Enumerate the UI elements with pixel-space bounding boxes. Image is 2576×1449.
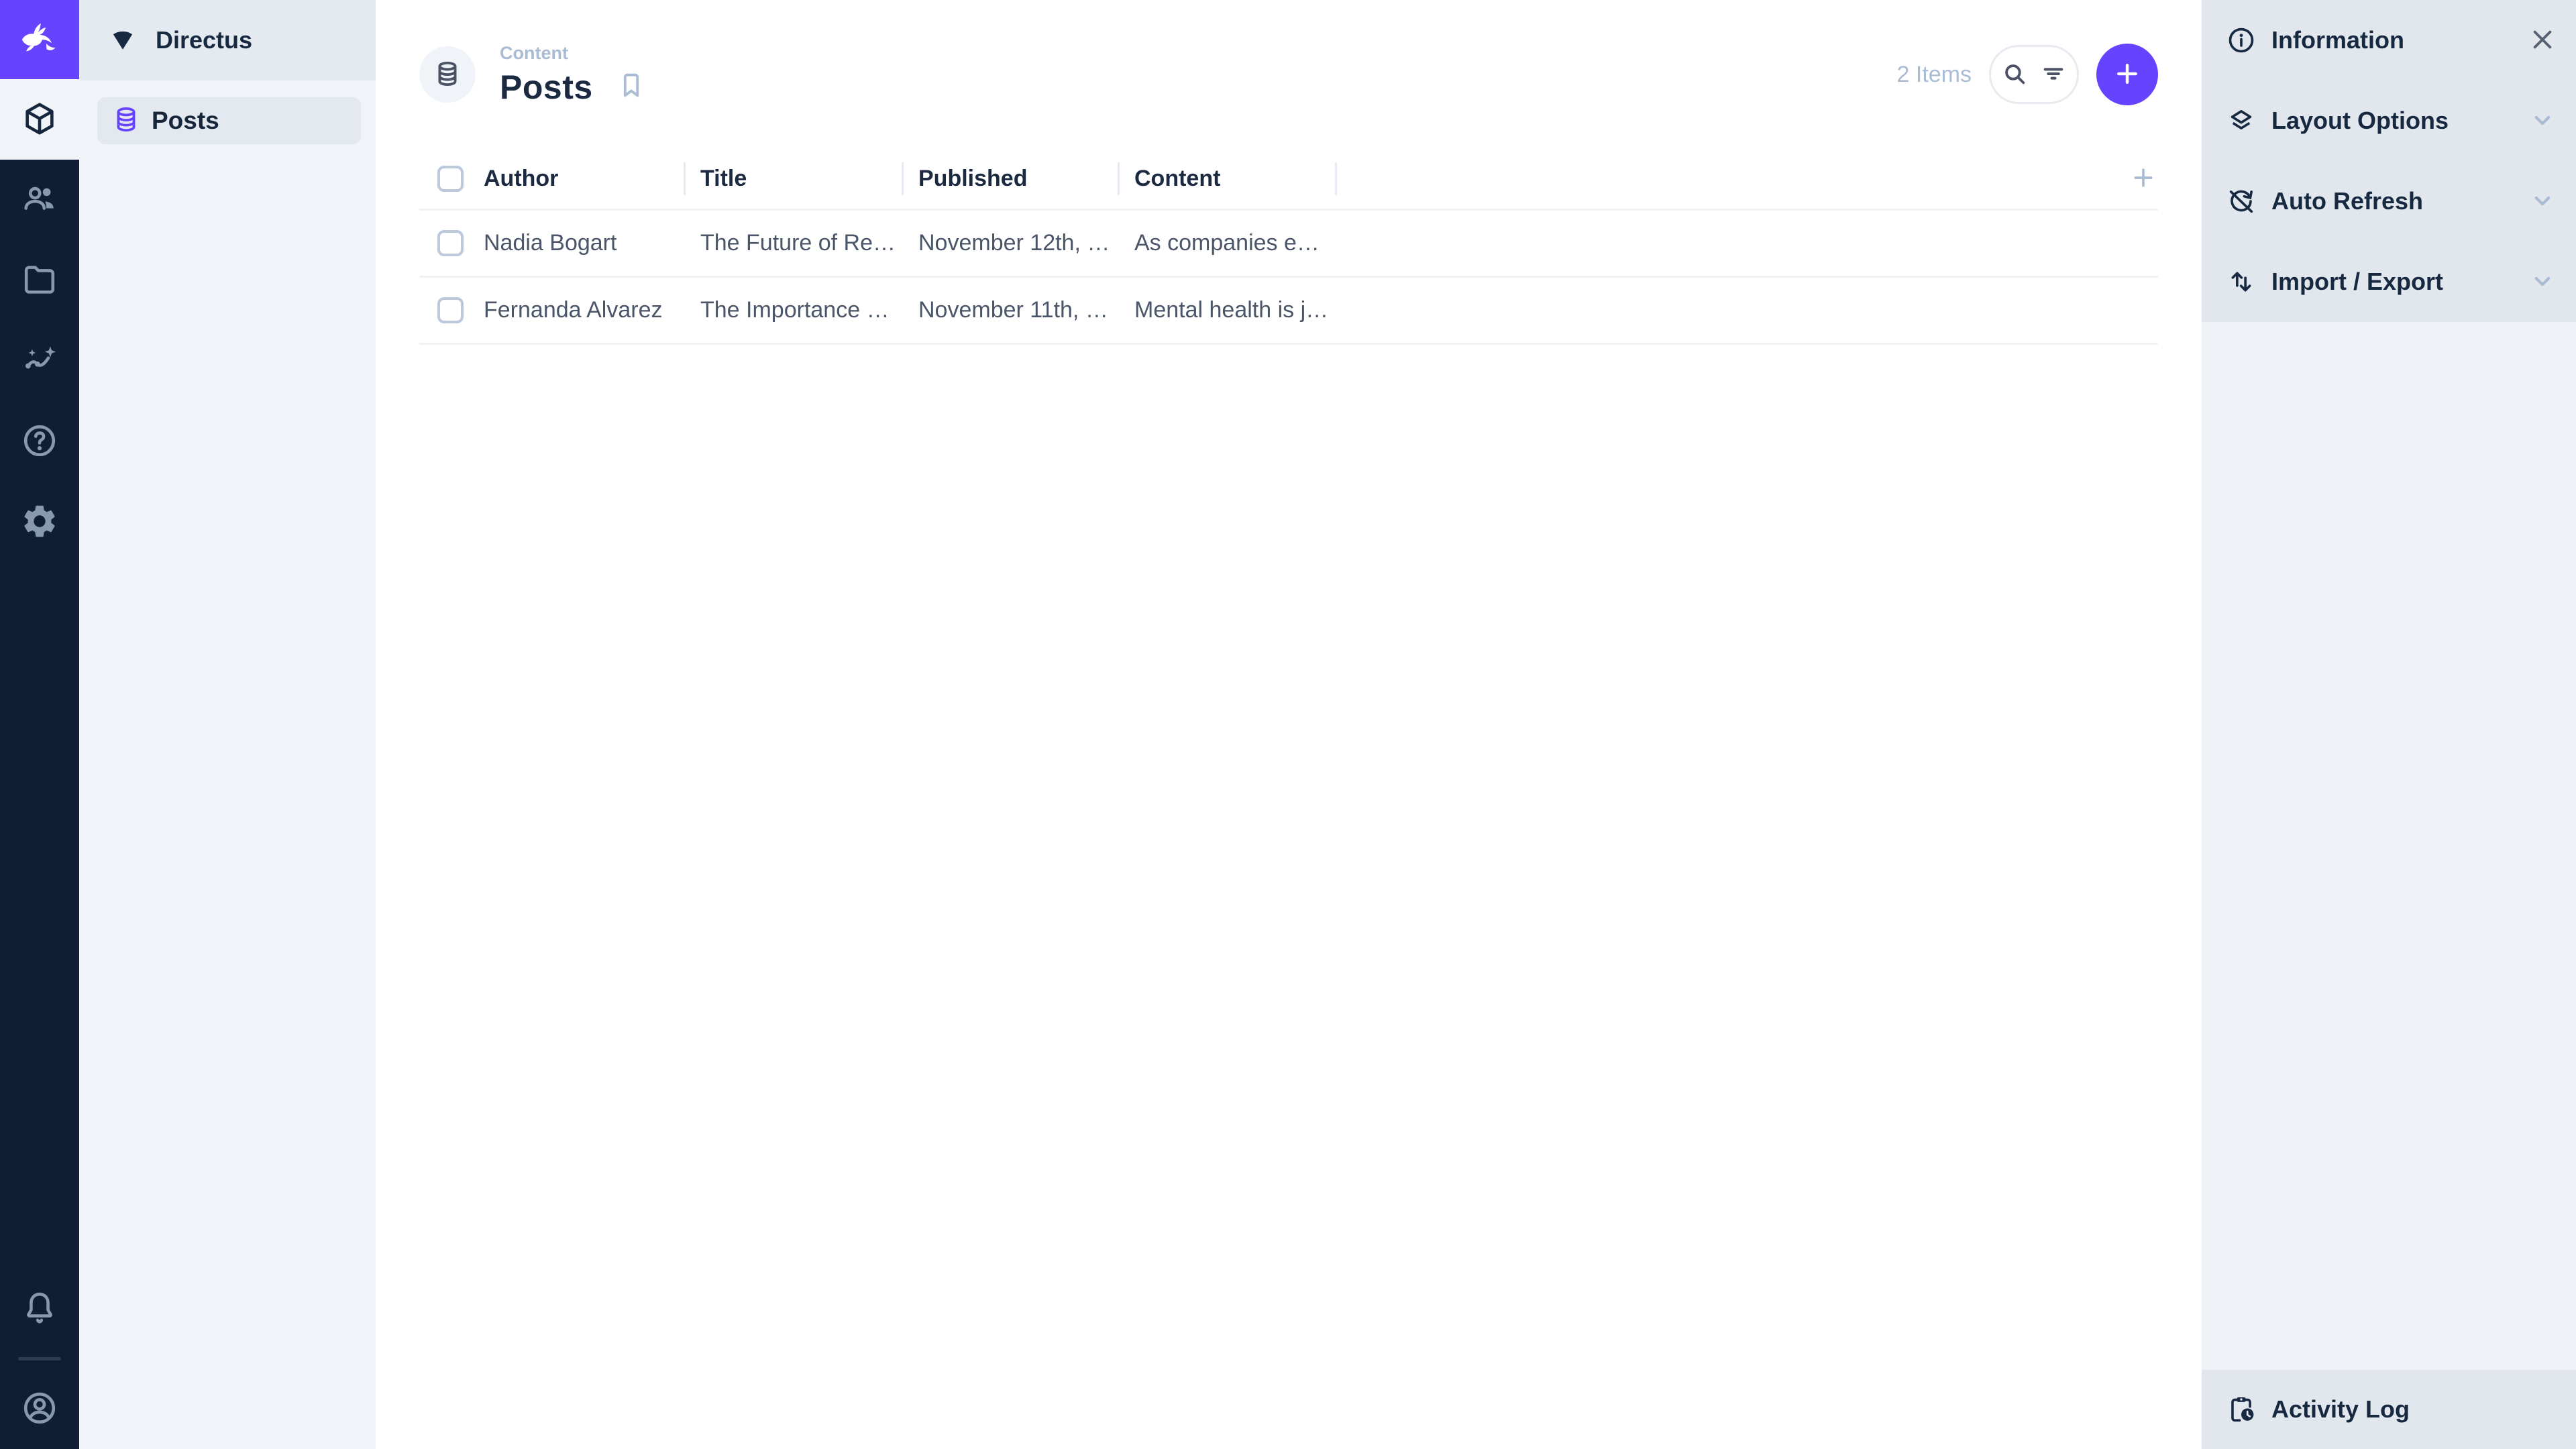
project-bar[interactable]: Directus xyxy=(79,0,376,80)
module-bar-divider xyxy=(18,1357,61,1360)
file-library-folder-icon xyxy=(20,260,59,301)
module-insights[interactable] xyxy=(0,321,79,401)
expand-auto-refresh-button[interactable] xyxy=(2528,186,2557,217)
close-icon xyxy=(2528,25,2557,56)
search-button[interactable] xyxy=(2000,60,2029,90)
chevron-down-icon xyxy=(2528,105,2557,137)
database-icon xyxy=(111,105,141,138)
notifications-button[interactable] xyxy=(0,1269,79,1349)
swap-vertical-icon xyxy=(2231,272,2251,292)
cell-title: The Importance … xyxy=(700,297,890,323)
user-directory-people-icon xyxy=(20,180,59,221)
cell-content: As companies e… xyxy=(1134,230,1320,256)
search-icon xyxy=(2000,60,2029,90)
content-module-cube-icon xyxy=(20,99,59,140)
module-bar-spacer xyxy=(0,562,79,1269)
sidebar-item-posts[interactable]: Posts xyxy=(97,97,361,144)
table-header-row: Author Title Published Content xyxy=(419,149,2158,211)
select-all-cell xyxy=(419,149,484,209)
module-file-library[interactable] xyxy=(0,240,79,321)
sidebar-section-label: Information xyxy=(2271,26,2404,54)
notifications-bell-icon xyxy=(20,1289,59,1330)
layers-icon xyxy=(2231,109,2252,129)
row-checkbox[interactable] xyxy=(437,297,464,323)
sidebar-section-import-export[interactable]: Import / Export xyxy=(2202,241,2576,322)
row-select-cell xyxy=(419,211,484,276)
sidebar-section-auto-refresh[interactable]: Auto Refresh xyxy=(2202,161,2576,241)
main-content: Content Posts 2 Items Author Title Publi… xyxy=(376,0,2202,1449)
insights-icon xyxy=(20,341,59,382)
database-icon xyxy=(433,59,462,91)
title-group: Content Posts xyxy=(500,43,593,107)
row-checkbox[interactable] xyxy=(437,230,464,256)
cell-content: Mental health is j… xyxy=(1134,297,1329,323)
close-sidebar-button[interactable] xyxy=(2528,25,2557,56)
cell-author: Fernanda Alvarez xyxy=(484,297,663,323)
filter-button[interactable] xyxy=(2039,60,2068,90)
right-sidebar: Information Layout Options Auto Refresh … xyxy=(2202,0,2576,1449)
column-header-title[interactable]: Title xyxy=(700,149,918,209)
bookmark-icon xyxy=(616,73,647,103)
expand-import-export-button[interactable] xyxy=(2528,266,2557,298)
expand-layout-options-button[interactable] xyxy=(2528,105,2557,137)
project-fan-icon xyxy=(107,23,138,58)
activity-log-label: Activity Log xyxy=(2271,1395,2410,1423)
module-user-directory[interactable] xyxy=(0,160,79,240)
chevron-down-icon xyxy=(2528,266,2557,298)
bookmark-button[interactable] xyxy=(616,70,647,103)
activity-log-clipboard-icon xyxy=(2231,1397,2254,1422)
module-content[interactable] xyxy=(0,79,79,160)
sync-disabled-icon xyxy=(2229,190,2253,213)
directus-logo[interactable] xyxy=(0,0,79,79)
info-icon xyxy=(2229,28,2254,53)
sidebar-section-label: Import / Export xyxy=(2271,268,2444,295)
collection-icon-button[interactable] xyxy=(419,46,476,103)
module-settings[interactable] xyxy=(0,482,79,562)
row-select-cell xyxy=(419,278,484,343)
column-header-author[interactable]: Author xyxy=(484,149,700,209)
sidebar-item-label: Posts xyxy=(152,107,219,134)
header-actions: 2 Items xyxy=(1897,44,2158,105)
directus-rabbit-icon xyxy=(17,15,62,64)
select-all-checkbox[interactable] xyxy=(437,166,464,192)
create-item-button[interactable] xyxy=(2096,44,2158,105)
search-filter-pill xyxy=(1989,45,2079,104)
add-column-button[interactable] xyxy=(2129,163,2158,195)
filter-icon xyxy=(2039,60,2068,90)
chevron-down-icon xyxy=(2528,186,2557,217)
plus-icon xyxy=(2129,163,2158,195)
directus-app: Directus Posts Content Posts 2 Items Aut… xyxy=(0,0,2576,1449)
sidebar-section-layout-options[interactable]: Layout Options xyxy=(2202,80,2576,161)
module-bar xyxy=(0,0,79,1449)
activity-log-button[interactable]: Activity Log xyxy=(2202,1370,2576,1449)
page-title: Posts xyxy=(500,68,593,106)
page-header: Content Posts 2 Items xyxy=(419,0,2158,149)
nav-sidebar: Directus Posts xyxy=(79,0,376,1449)
cell-title: The Future of Re… xyxy=(700,230,896,256)
help-icon xyxy=(20,421,59,462)
cell-published: November 11th, … xyxy=(918,297,1108,323)
sidebar-section-label: Layout Options xyxy=(2271,107,2449,134)
column-header-content[interactable]: Content xyxy=(1134,149,1352,209)
account-circle-icon xyxy=(20,1389,59,1430)
items-count: 2 Items xyxy=(1896,61,1972,87)
cell-author: Nadia Bogart xyxy=(484,230,617,256)
cell-published: November 12th, … xyxy=(918,230,1110,256)
project-name: Directus xyxy=(156,26,253,54)
column-header-published[interactable]: Published xyxy=(918,149,1134,209)
breadcrumb[interactable]: Content xyxy=(500,43,593,64)
plus-icon xyxy=(2111,58,2143,92)
settings-gear-icon xyxy=(20,502,59,543)
user-avatar-button[interactable] xyxy=(0,1368,79,1449)
table-row[interactable]: Nadia Bogart The Future of Re… November … xyxy=(419,211,2158,278)
table-row[interactable]: Fernanda Alvarez The Importance … Novemb… xyxy=(419,278,2158,345)
sidebar-section-information[interactable]: Information xyxy=(2202,0,2576,80)
sidebar-section-label: Auto Refresh xyxy=(2271,187,2424,215)
module-help[interactable] xyxy=(0,401,79,482)
items-table: Author Title Published Content Nadia Bog… xyxy=(419,149,2158,345)
